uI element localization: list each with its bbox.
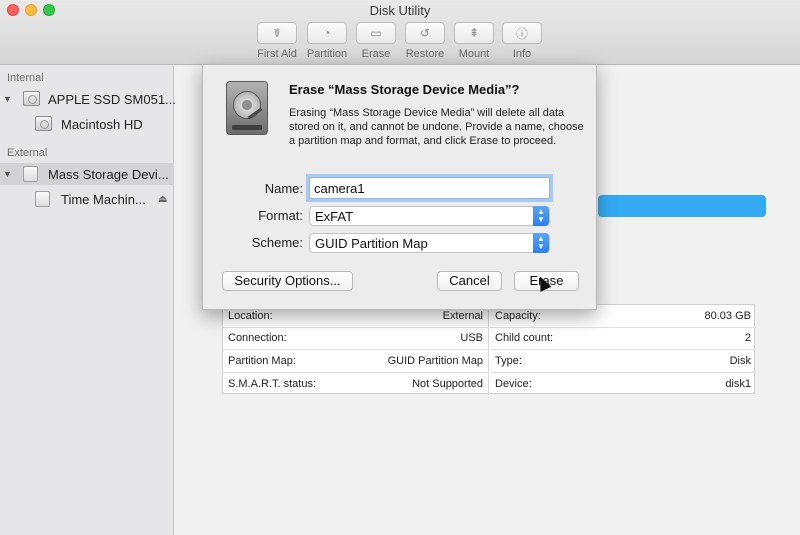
info-label: Type:	[495, 354, 522, 367]
sidebar-item-label: Macintosh HD	[61, 116, 143, 132]
info-label: Child count:	[495, 332, 554, 345]
info-row-child-count: Child count: 2	[490, 328, 756, 350]
sidebar-item-mass-storage[interactable]: ▼ Mass Storage Devi...	[0, 163, 174, 185]
format-label: Format:	[258, 208, 303, 223]
info-value: 2	[744, 332, 751, 345]
sidebar-item-label: APPLE SSD SM051...	[48, 91, 176, 107]
partition-button[interactable]: ◔ Partition	[302, 22, 352, 60]
sidebar: Internal ▼ APPLE SSD SM051... Macintosh …	[0, 66, 176, 535]
info-label: Device:	[495, 377, 532, 390]
sidebar-item-label: Mass Storage Devi...	[48, 166, 169, 182]
info-label: Location:	[228, 309, 273, 322]
up-down-arrows-icon: ▲ ▼	[533, 206, 549, 226]
info-value: 80.03 GB	[704, 309, 751, 322]
erase-label: Erase	[361, 48, 391, 60]
info-button[interactable]: ⓘ Info	[497, 22, 547, 60]
scheme-value: GUID Partition Map	[315, 236, 428, 251]
info-label: Partition Map:	[228, 354, 296, 367]
sidebar-item-time-machine[interactable]: Time Machin... ⏏	[0, 188, 174, 210]
internal-disk-icon	[23, 91, 40, 106]
info-label: Connection:	[228, 332, 287, 345]
format-value: ExFAT	[315, 209, 354, 224]
info-label: Capacity:	[495, 309, 541, 322]
info-value: disk1	[725, 377, 751, 390]
section-external: External	[7, 147, 48, 159]
scheme-label: Scheme:	[251, 235, 303, 250]
info-row-partition-map: Partition Map: GUID Partition Map	[223, 350, 488, 373]
mount-label: Mount	[458, 48, 490, 60]
disclosure-triangle-icon[interactable]: ▼	[3, 169, 12, 179]
name-label: Name:	[264, 181, 303, 196]
sidebar-item-label: Time Machin...	[61, 191, 146, 207]
volume-icon	[35, 191, 50, 207]
info-row-device: Device: disk1	[490, 373, 756, 396]
info-value: USB	[460, 332, 483, 345]
erase-icon: ▭	[370, 26, 382, 40]
up-down-arrows-icon: ▲ ▼	[533, 233, 549, 253]
info-row-connection: Connection: USB	[223, 328, 488, 350]
restore-label: Restore	[405, 48, 445, 60]
info-label: Info	[512, 48, 532, 60]
info-table: Location: External Connection: USB Parti…	[222, 304, 756, 395]
security-options-button[interactable]: Security Options...	[222, 271, 353, 291]
external-disk-icon	[23, 166, 38, 182]
info-column-left: Location: External Connection: USB Parti…	[223, 305, 489, 395]
erase-dialog: Erase “Mass Storage Device Media”? Erasi…	[202, 64, 597, 310]
dialog-title: Erase “Mass Storage Device Media”?	[289, 82, 520, 97]
info-value: Disk	[729, 354, 751, 367]
info-value: Not Supported	[412, 377, 483, 390]
disclosure-triangle-icon[interactable]: ▼	[3, 94, 12, 104]
window-title: Disk Utility	[369, 3, 431, 18]
format-select[interactable]: ExFAT ▲ ▼	[309, 206, 550, 226]
info-row-smart-status: S.M.A.R.T. status: Not Supported	[223, 373, 488, 396]
erase-button-toolbar[interactable]: ▭ Erase	[351, 22, 401, 60]
eject-icon[interactable]: ⏏	[158, 194, 167, 205]
name-field[interactable]	[309, 177, 550, 199]
info-value: GUID Partition Map	[387, 354, 483, 367]
cancel-button[interactable]: Cancel	[437, 271, 502, 291]
window-toolbar: Disk Utility ☤ First Aid ◔ Partition ▭ E…	[0, 0, 800, 65]
first-aid-label: First Aid	[257, 48, 297, 60]
usage-bar	[598, 195, 766, 217]
pie-chart-icon: ◔	[323, 26, 331, 40]
mount-icon: ⇞	[468, 26, 480, 40]
partition-label: Partition	[306, 48, 348, 60]
info-label: S.M.A.R.T. status:	[228, 377, 317, 390]
info-column-right: Capacity: 80.03 GB Child count: 2 Type: …	[490, 305, 756, 395]
info-value: External	[442, 309, 483, 322]
section-internal: Internal	[7, 72, 44, 84]
restore-button[interactable]: ↺ Restore	[400, 22, 450, 60]
first-aid-button[interactable]: ☤ First Aid	[252, 22, 302, 60]
stethoscope-icon: ☤	[272, 26, 282, 40]
scheme-select[interactable]: GUID Partition Map ▲ ▼	[309, 233, 550, 253]
hard-drive-icon	[226, 81, 268, 135]
sidebar-item-macintosh-hd[interactable]: Macintosh HD	[0, 113, 174, 135]
info-row-type: Type: Disk	[490, 350, 756, 373]
sidebar-item-apple-ssd[interactable]: ▼ APPLE SSD SM051...	[0, 88, 176, 110]
mount-button[interactable]: ⇞ Mount	[449, 22, 499, 60]
volume-icon	[35, 116, 52, 131]
info-icon: ⓘ	[515, 26, 528, 41]
restore-icon: ↺	[419, 26, 431, 40]
dialog-message: Erasing “Mass Storage Device Media” will…	[289, 107, 584, 147]
